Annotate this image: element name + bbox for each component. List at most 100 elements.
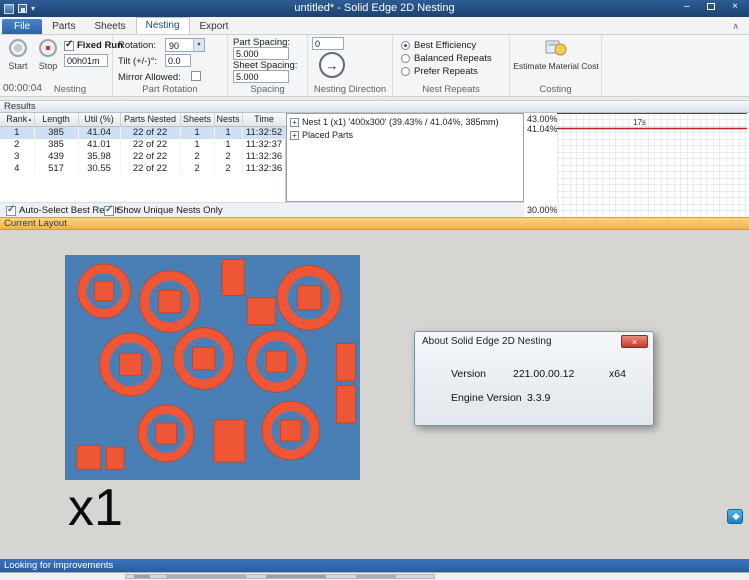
tree-item-placed-parts[interactable]: + Placed Parts: [290, 130, 353, 140]
stop-label: Stop: [34, 61, 62, 71]
radio-label: Best Efficiency: [414, 40, 476, 51]
direction-angle-input[interactable]: [312, 37, 344, 50]
stop-button[interactable]: Stop: [34, 39, 62, 71]
col-rank[interactable]: Rank▲: [0, 113, 34, 126]
tab-sheets[interactable]: Sheets: [85, 19, 134, 34]
scrollbar-thumb[interactable]: [125, 574, 435, 579]
version-value: 221.00.00.12: [513, 368, 574, 380]
mirror-allowed-label: Mirror Allowed:: [118, 72, 181, 83]
table-row[interactable]: 2 385 41.01 22 of 22 1 1 11:32:37: [0, 139, 286, 151]
radio-balanced-repeats[interactable]: Balanced Repeats: [401, 53, 492, 64]
nesting-direction-icon[interactable]: →: [319, 52, 345, 78]
table-row[interactable]: 4 517 30.55 22 of 22 2 2 11:32:36: [0, 163, 286, 175]
cell: 2: [0, 139, 34, 151]
tree-item-label: Nest 1 (x1) '400x300' (39.43% / 41.04%, …: [302, 117, 499, 127]
col-nests-label: Nests: [216, 114, 239, 124]
group-label-nest-repeats: Nest Repeats: [393, 84, 509, 95]
cell: 2: [180, 151, 214, 163]
tilt-input[interactable]: [165, 54, 191, 67]
cell: 11:32:37: [242, 139, 286, 151]
minimize-button[interactable]: –: [675, 0, 699, 15]
col-rank-label: Rank: [6, 114, 27, 124]
rotation-select[interactable]: 90 ▼: [165, 38, 205, 52]
about-dialog: About Solid Edge 2D Nesting × Version 22…: [414, 331, 654, 426]
radio-icon: [401, 67, 410, 76]
ribbon-group-spacing: Part Spacing: Sheet Spacing: Spacing: [228, 35, 308, 97]
part-rect: [336, 386, 355, 424]
rotation-label: Rotation:: [118, 40, 156, 51]
ribbon-collapse-icon[interactable]: ∧: [732, 21, 739, 32]
part-ring: [100, 333, 162, 396]
layout-canvas[interactable]: x1 About Solid Edge 2D Nesting × Version…: [0, 230, 749, 559]
window-title: untitled* - Solid Edge 2D Nesting: [0, 2, 749, 14]
nest-tree: + Nest 1 (x1) '400x300' (39.43% / 41.04%…: [286, 113, 524, 202]
cell: 2: [214, 163, 242, 175]
engine-version-label: Engine Version: [451, 392, 522, 404]
estimate-cost-button[interactable]: Estimate Material Cost: [512, 39, 600, 71]
ribbon-group-part-rotation: Rotation: 90 ▼ Tilt (+/-)°: Mirror Allow…: [113, 35, 228, 97]
radio-icon: [401, 41, 410, 50]
col-length[interactable]: Length: [34, 113, 78, 126]
cell: 2: [180, 163, 214, 175]
col-nests[interactable]: Nests: [214, 113, 242, 126]
expander-icon[interactable]: +: [290, 118, 299, 127]
tab-parts[interactable]: Parts: [43, 19, 84, 34]
mirror-allowed-checkbox[interactable]: [191, 71, 201, 81]
start-label: Start: [4, 61, 32, 71]
tab-file[interactable]: File: [2, 19, 42, 34]
checkbox-icon: [104, 206, 114, 216]
run-time-input[interactable]: [64, 54, 108, 67]
tab-nesting[interactable]: Nesting: [136, 17, 190, 34]
util-chart: 17s: [557, 113, 747, 217]
part-ring: [139, 271, 199, 333]
maximize-button[interactable]: [699, 0, 723, 15]
ribbon-group-costing: Estimate Material Cost Costing: [510, 35, 602, 97]
util-axis-label-min: 30.00%: [527, 205, 558, 215]
auto-select-checkbox[interactable]: Auto-Select Best Result: [6, 205, 119, 216]
col-time[interactable]: Time: [242, 113, 286, 126]
group-label-spacing: Spacing: [228, 84, 307, 95]
start-button[interactable]: Start: [4, 39, 32, 71]
expander-icon[interactable]: +: [290, 131, 299, 140]
cell: 1: [214, 139, 242, 151]
cell: 11:32:52: [242, 126, 286, 139]
part-rect: [336, 344, 355, 382]
combo-arrow-icon[interactable]: ▼: [193, 39, 204, 51]
radio-label: Balanced Repeats: [414, 53, 492, 64]
bottom-scrollbar[interactable]: [0, 572, 749, 580]
show-unique-checkbox[interactable]: Show Unique Nests Only: [104, 205, 223, 216]
table-row[interactable]: 1 385 41.04 22 of 22 1 1 11:32:52: [0, 126, 286, 139]
dialog-close-button[interactable]: ×: [621, 335, 648, 348]
part-ring: [262, 401, 320, 460]
col-sheets[interactable]: Sheets: [180, 113, 214, 126]
scrollbar-tick: [356, 575, 396, 578]
scroll-indicator-icon[interactable]: [727, 509, 743, 524]
close-button[interactable]: ×: [723, 0, 747, 15]
engine-version-value: 3.3.9: [527, 392, 550, 404]
part-rect: [222, 260, 244, 296]
instance-count-label: x1: [68, 482, 123, 534]
part-ring: [277, 266, 340, 331]
radio-prefer-repeats[interactable]: Prefer Repeats: [401, 66, 478, 77]
col-parts-nested[interactable]: Parts Nested: [120, 113, 180, 126]
tab-export[interactable]: Export: [191, 19, 238, 34]
part-ring: [246, 331, 306, 393]
ribbon: Start Stop Fixed Run 00:00:04 Nesting Ro…: [0, 35, 749, 97]
radio-best-efficiency[interactable]: Best Efficiency: [401, 40, 476, 51]
cell: 22 of 22: [120, 151, 180, 163]
group-label-part-rotation: Part Rotation: [113, 84, 227, 95]
radio-label: Prefer Repeats: [414, 66, 478, 77]
part-ring: [173, 328, 233, 390]
start-icon: [9, 39, 27, 57]
current-layout-header: Current Layout: [0, 217, 749, 230]
table-row[interactable]: 3 439 35.98 22 of 22 2 2 11:32:36: [0, 151, 286, 163]
col-util[interactable]: Util (%): [78, 113, 120, 126]
cost-icon: [545, 39, 567, 56]
part-spacing-input[interactable]: [233, 47, 289, 60]
nest-sheet: [65, 255, 360, 480]
sheet-spacing-input[interactable]: [233, 70, 289, 83]
tree-item-nest[interactable]: + Nest 1 (x1) '400x300' (39.43% / 41.04%…: [290, 117, 499, 127]
col-length-label: Length: [42, 114, 70, 124]
window-controls: – ×: [675, 0, 747, 15]
stop-icon: [39, 39, 57, 57]
